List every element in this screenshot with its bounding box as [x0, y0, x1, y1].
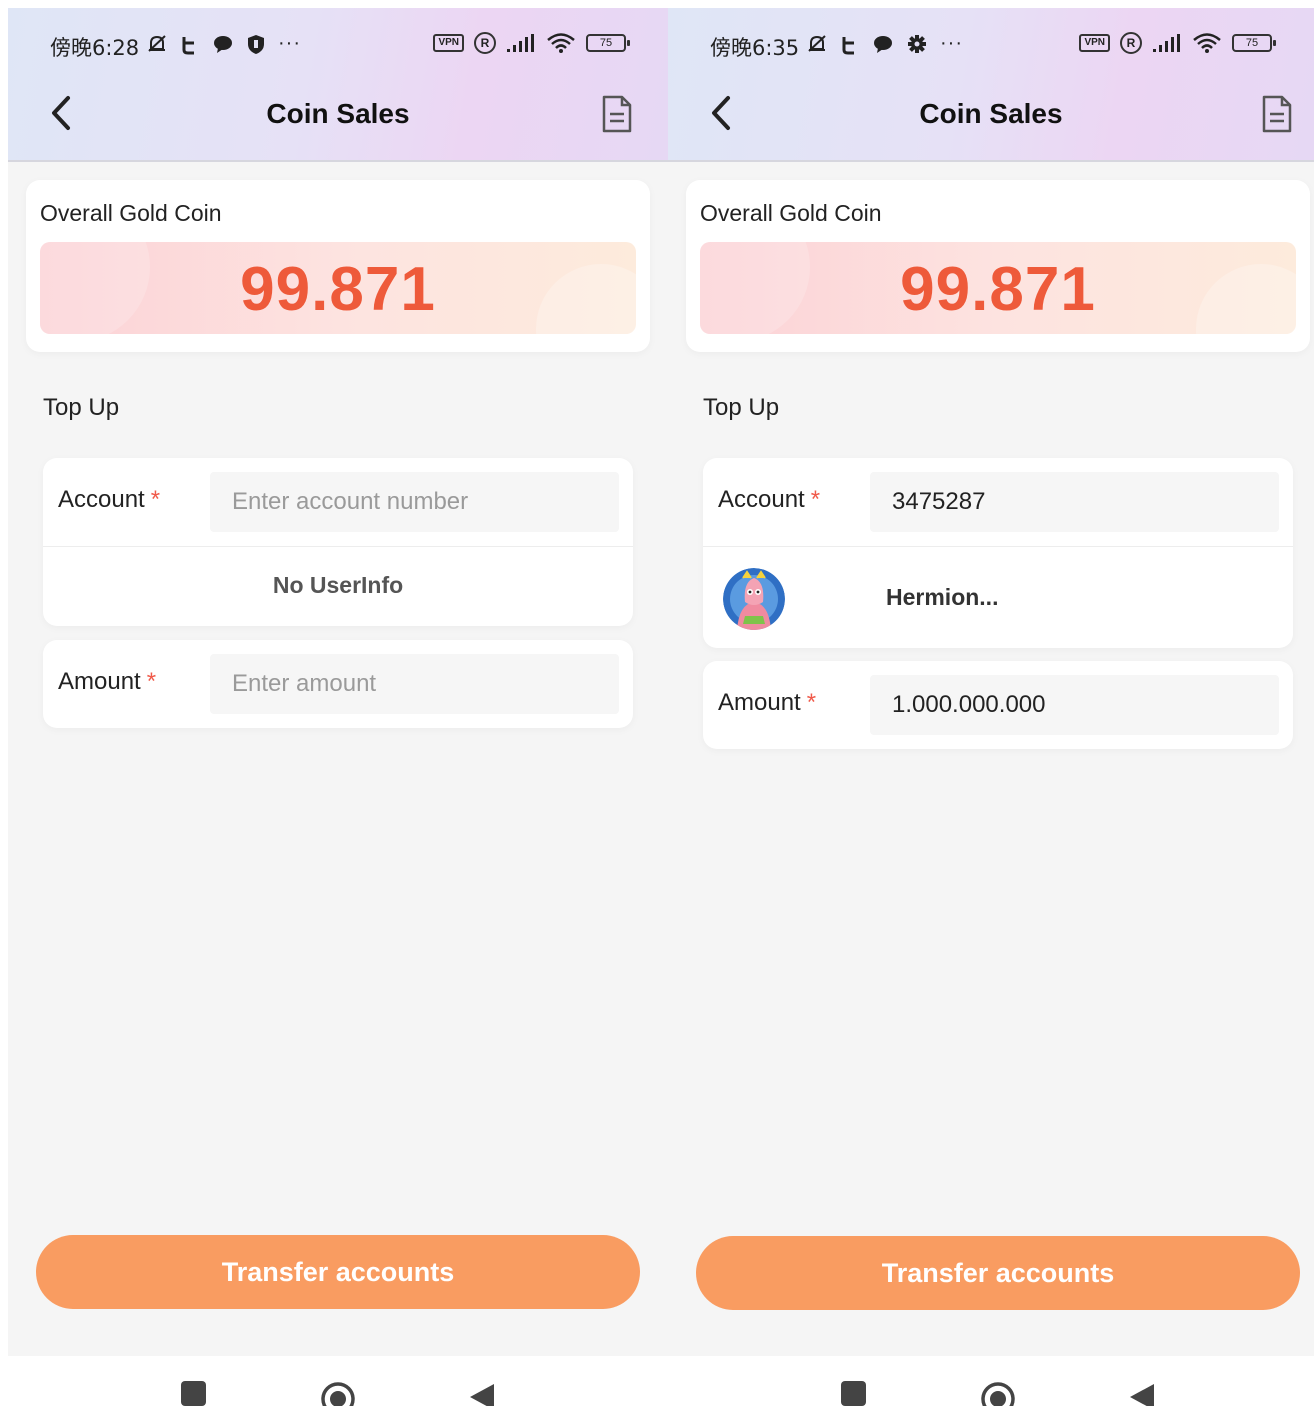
gold-coin-value: 99.871: [240, 255, 436, 324]
battery-icon: 75: [1232, 34, 1276, 52]
muted-bell-icon: [808, 34, 826, 52]
user-info-status: No UserInfo: [272, 572, 404, 598]
chat-bubble-icon: [874, 35, 892, 53]
home-button[interactable]: [320, 1381, 356, 1406]
back-nav-button[interactable]: [468, 1382, 496, 1406]
tiktok-icon: [842, 36, 854, 54]
status-bar: 傍晚6:28 ··· VPN R 75: [50, 28, 630, 62]
header: 傍晚6:28 ··· VPN R 75 Coin Sales: [8, 8, 668, 162]
divider: [43, 546, 633, 547]
registered-icon: R: [1120, 32, 1142, 54]
muted-bell-icon: [148, 34, 166, 52]
divider: [703, 546, 1293, 547]
gold-coin-banner: 99.871: [40, 242, 636, 334]
wifi-icon: [1193, 33, 1221, 53]
vpn-icon: VPN: [433, 34, 464, 52]
amount-label: Amount *: [718, 689, 817, 716]
status-bar: 傍晚6:35 ··· VPN R 75: [710, 28, 1276, 62]
required-mark: *: [810, 486, 821, 513]
account-row: Account *: [703, 458, 1293, 546]
recents-button[interactable]: [181, 1381, 206, 1406]
nav-bar: Coin Sales: [8, 90, 668, 140]
page-title: Coin Sales: [266, 98, 410, 129]
nav-bar: Coin Sales: [668, 90, 1314, 140]
wifi-icon: [547, 33, 575, 53]
required-mark: *: [806, 689, 817, 716]
phone-screen-left: 傍晚6:28 ··· VPN R 75 Coin Sales Overall G…: [8, 8, 668, 1406]
user-name: Hermion...: [886, 584, 999, 610]
section-title: Top Up: [703, 394, 780, 421]
amount-row: Amount *: [703, 661, 1293, 749]
more-icon: ···: [278, 32, 301, 54]
back-nav-button[interactable]: [1128, 1382, 1156, 1406]
account-row: Account *: [43, 458, 633, 546]
gold-coin-label: Overall Gold Coin: [40, 200, 222, 226]
system-nav-bar: [668, 1356, 1314, 1406]
amount-label: Amount *: [58, 668, 157, 695]
gold-coin-label: Overall Gold Coin: [700, 200, 882, 226]
vpn-icon: VPN: [1079, 34, 1110, 52]
amount-input[interactable]: [210, 654, 619, 714]
required-mark: *: [146, 668, 157, 695]
account-card: Account* Hermion...: [703, 458, 1293, 648]
gear-icon: [908, 34, 926, 53]
status-time: 傍晚6:28: [50, 36, 140, 60]
account-input[interactable]: [870, 472, 1279, 532]
gold-coin-banner: 99.871: [700, 242, 1296, 334]
account-label: Account *: [58, 486, 161, 513]
battery-icon: 75: [586, 34, 630, 52]
document-icon[interactable]: [1260, 94, 1294, 134]
gold-coin-card: Overall Gold Coin 99.871: [26, 180, 650, 352]
amount-input[interactable]: [870, 675, 1279, 735]
chat-bubble-icon: [214, 35, 232, 53]
account-label: Account *: [718, 486, 821, 513]
transfer-accounts-button[interactable]: Transfer accounts: [696, 1236, 1300, 1310]
status-time: 傍晚6:35: [710, 36, 800, 60]
phone-screen-right: 傍晚6:35 ··· VPN R 75 Coin Sales Overall G…: [668, 8, 1314, 1406]
account-card: Account* No UserInfo: [43, 458, 633, 626]
amount-row: Amount *: [43, 640, 633, 728]
account-input[interactable]: [210, 472, 619, 532]
shield-icon: [248, 34, 264, 54]
registered-icon: R: [474, 32, 496, 54]
gold-coin-value: 99.871: [900, 255, 1096, 324]
home-button[interactable]: [980, 1381, 1016, 1406]
transfer-accounts-button[interactable]: Transfer accounts: [36, 1235, 640, 1309]
recents-button[interactable]: [841, 1381, 866, 1406]
more-icon: ···: [940, 32, 963, 54]
amount-card: Amount *: [43, 640, 633, 728]
section-title: Top Up: [43, 394, 120, 421]
signal-icon: [1153, 34, 1180, 52]
gold-coin-card: Overall Gold Coin 99.871: [686, 180, 1310, 352]
amount-card: Amount *: [703, 661, 1293, 749]
avatar: [723, 568, 785, 630]
required-mark: *: [150, 486, 161, 513]
system-nav-bar: [8, 1356, 668, 1406]
page-title: Coin Sales: [919, 98, 1063, 129]
tiktok-icon: [182, 36, 194, 54]
document-icon[interactable]: [600, 94, 634, 134]
signal-icon: [507, 34, 534, 52]
header: 傍晚6:35 ··· VPN R 75 Coin Sales: [668, 8, 1314, 162]
